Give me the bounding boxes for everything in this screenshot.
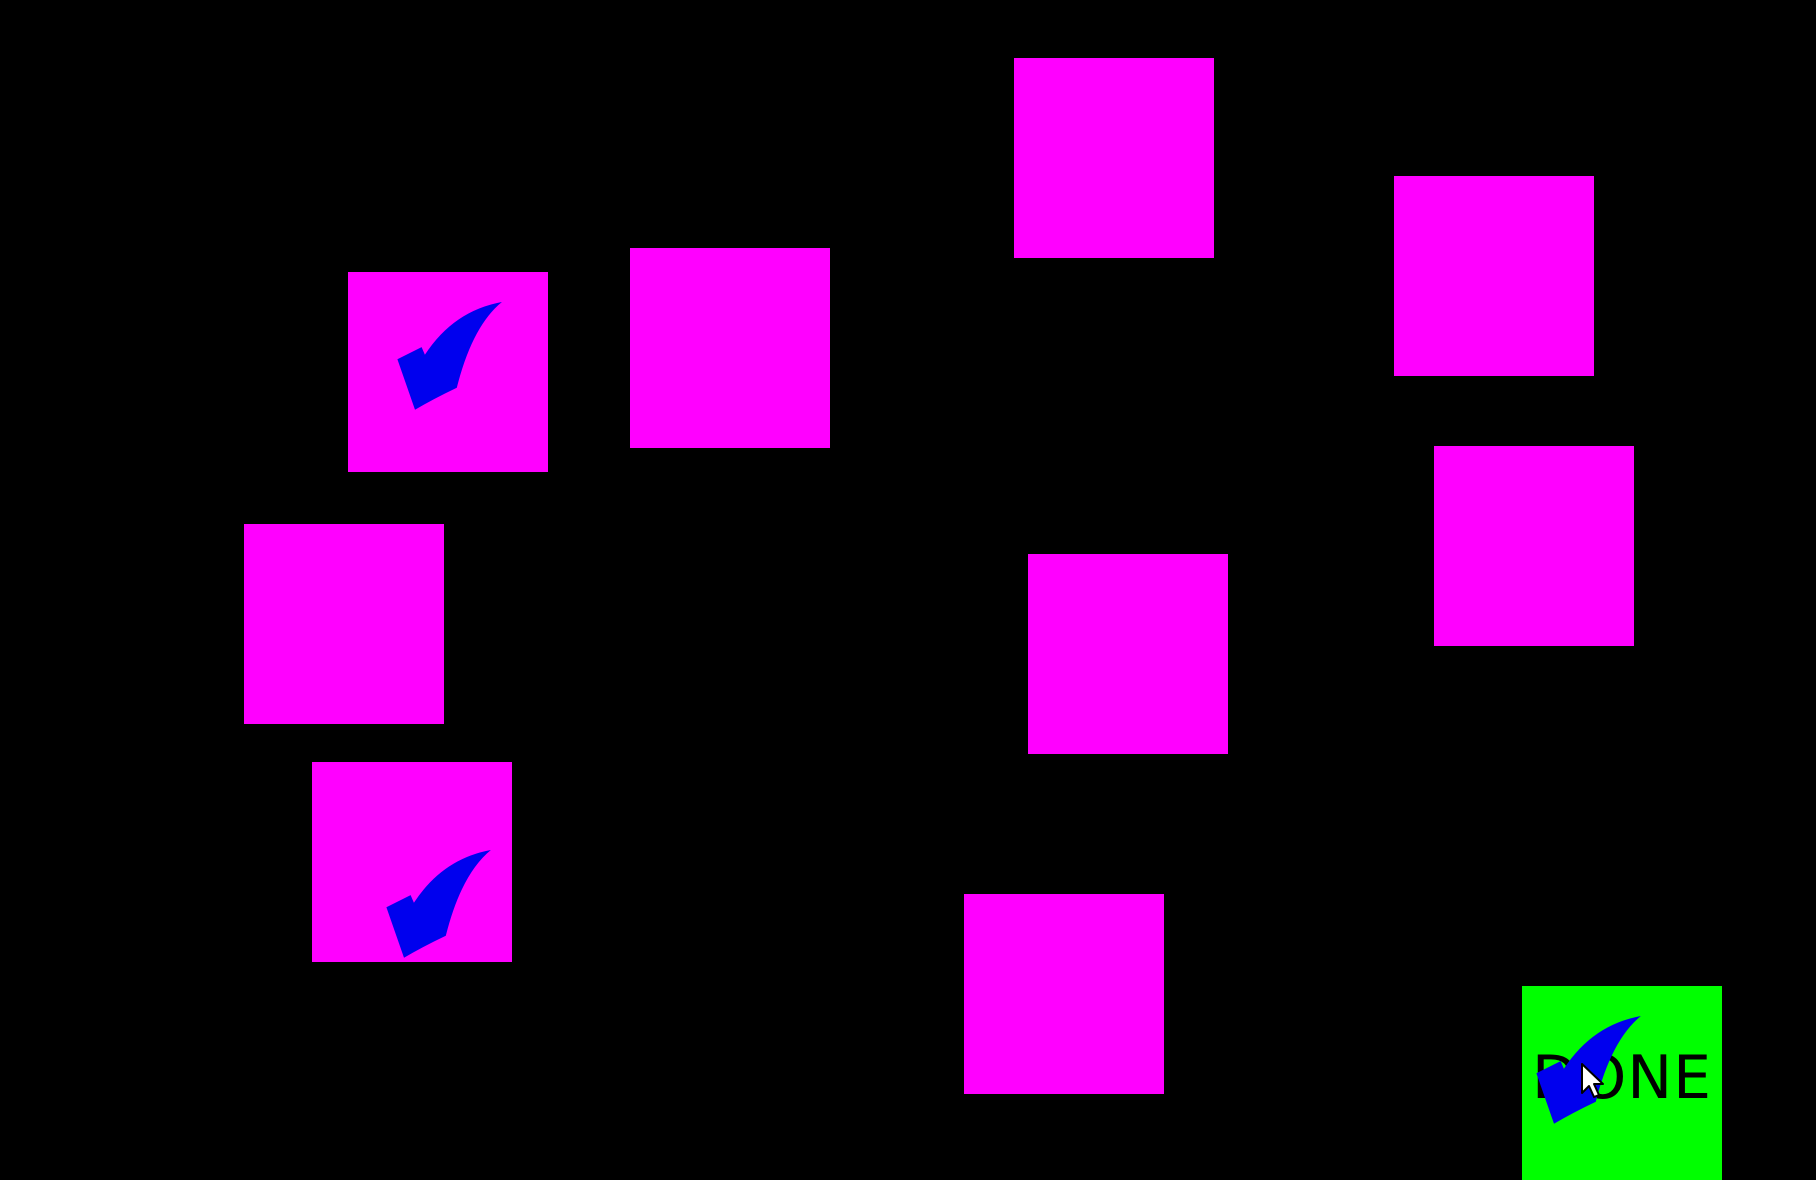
tile-5[interactable] bbox=[244, 524, 444, 724]
tile-2[interactable] bbox=[630, 248, 830, 448]
tile-7[interactable] bbox=[1028, 554, 1228, 754]
tile-1[interactable] bbox=[348, 272, 548, 472]
tile-3[interactable] bbox=[1014, 58, 1214, 258]
checkmark-icon bbox=[397, 302, 502, 410]
done-button[interactable]: DONE bbox=[1522, 986, 1722, 1180]
tile-8[interactable] bbox=[312, 762, 512, 962]
tile-9[interactable] bbox=[964, 894, 1164, 1094]
tile-4[interactable] bbox=[1394, 176, 1594, 376]
tile-6[interactable] bbox=[1434, 446, 1634, 646]
checkmark-icon bbox=[386, 850, 491, 958]
task-canvas: DONE bbox=[0, 0, 1816, 1180]
checkmark-icon bbox=[1536, 1016, 1641, 1124]
